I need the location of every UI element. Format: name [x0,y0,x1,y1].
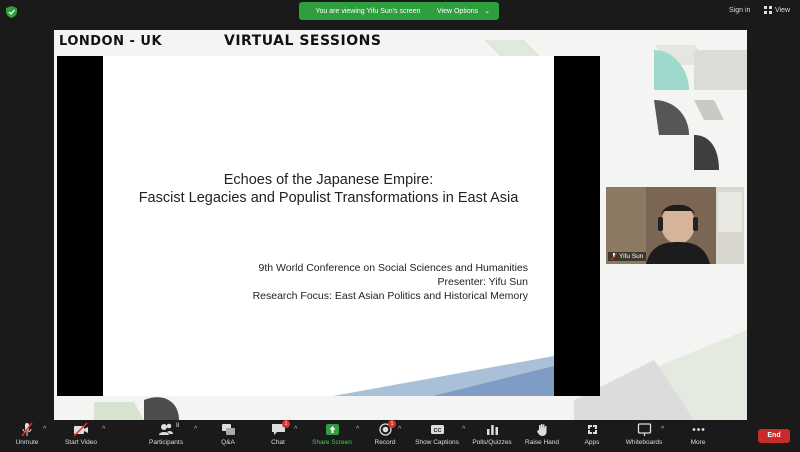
share-screen-button[interactable]: Share Screen [308,422,356,446]
meeting-top-bar: You are viewing Yifu Sun's screen View O… [0,0,800,24]
grid-view-icon [764,6,772,14]
unmute-label: Unmute [15,439,39,446]
chevron-down-icon: ⌄ [484,8,490,15]
captions-options-caret[interactable]: ^ [462,426,465,433]
more-label: More [690,439,706,446]
svg-text:CC: CC [433,428,441,434]
view-label: View [775,6,791,14]
participants-count: 8 [176,423,180,429]
chat-notification-badge: 1 [282,420,290,428]
viewing-banner-text: You are viewing Yifu Sun's screen [315,7,421,15]
mic-muted-icon [611,253,617,260]
participant-name: Yifu Sun [619,253,644,260]
apps-icon [587,425,597,434]
whiteboards-options-caret[interactable]: ^ [661,426,664,433]
qa-button[interactable]: Q&A [216,422,240,446]
participants-icon [159,423,173,435]
view-button[interactable]: View [764,6,790,14]
raise-hand-button[interactable]: Raise Hand [522,422,562,446]
raise-hand-icon [536,424,546,436]
participants-label: Participants [149,439,183,446]
participant-video-tile[interactable]: Yifu Sun [606,187,744,264]
whiteboards-button[interactable]: Whiteboards [622,422,666,446]
qa-icon [221,424,235,435]
header-city: LONDON - UK [59,34,163,49]
video-camera-off-icon [73,422,88,437]
end-meeting-button[interactable]: End [758,429,790,443]
whiteboard-icon [637,423,651,436]
header-virtual-sessions: VIRTUAL SESSIONS [224,33,382,49]
start-video-button[interactable]: Start Video [58,422,104,446]
chat-label: Chat [271,439,285,446]
polls-quizzes-label: Polls/Quizzes [472,439,512,446]
captions-cc-icon: CC [430,425,444,434]
start-video-label: Start Video [64,439,98,446]
video-options-caret[interactable]: ^ [102,426,105,433]
more-button[interactable]: More [686,422,710,446]
raise-hand-label: Raise Hand [525,439,559,446]
security-shield-icon[interactable] [6,6,17,18]
slide-right-letterbox [554,56,600,396]
view-options-label: View Options [437,7,479,15]
participants-options-caret[interactable]: ^ [194,426,197,433]
chat-options-caret[interactable]: ^ [294,426,297,433]
apps-label: Apps [584,439,600,446]
audio-options-caret[interactable]: ^ [43,426,46,433]
share-screen-label: Share Screen [312,439,352,446]
whiteboards-label: Whiteboards [625,439,663,446]
polls-quizzes-button[interactable]: Polls/Quizzes [468,422,516,446]
show-captions-label: Show Captions [415,439,459,446]
show-captions-button[interactable]: CC Show Captions [412,422,462,446]
presentation-slide: Echoes of the Japanese Empire: Fascist L… [103,56,554,396]
participant-name-tag: Yifu Sun [608,252,647,261]
share-screen-icon [325,424,339,435]
sign-in-button[interactable]: Sign in [729,7,750,14]
slide-left-letterbox [57,56,103,396]
share-options-caret[interactable]: ^ [356,426,359,433]
unmute-button[interactable]: Unmute [8,422,46,446]
record-options-caret[interactable]: ^ [398,426,401,433]
slide-footer-decoration [333,356,554,396]
apps-button[interactable]: Apps [578,422,606,446]
qa-label: Q&A [221,439,235,446]
view-options-button[interactable]: View Options ⌄ [431,7,490,16]
more-dots-icon [692,428,704,431]
microphone-muted-icon [21,422,33,437]
viewing-banner: You are viewing Yifu Sun's screen View O… [299,2,499,20]
record-label: Record [374,439,396,446]
participants-button[interactable]: Participants [146,422,186,446]
record-notification-badge: 1 [388,420,396,428]
polls-bar-chart-icon [486,425,498,435]
meeting-toolbar: Unmute ^ Start Video ^ Participants 8 ^ … [0,420,800,452]
